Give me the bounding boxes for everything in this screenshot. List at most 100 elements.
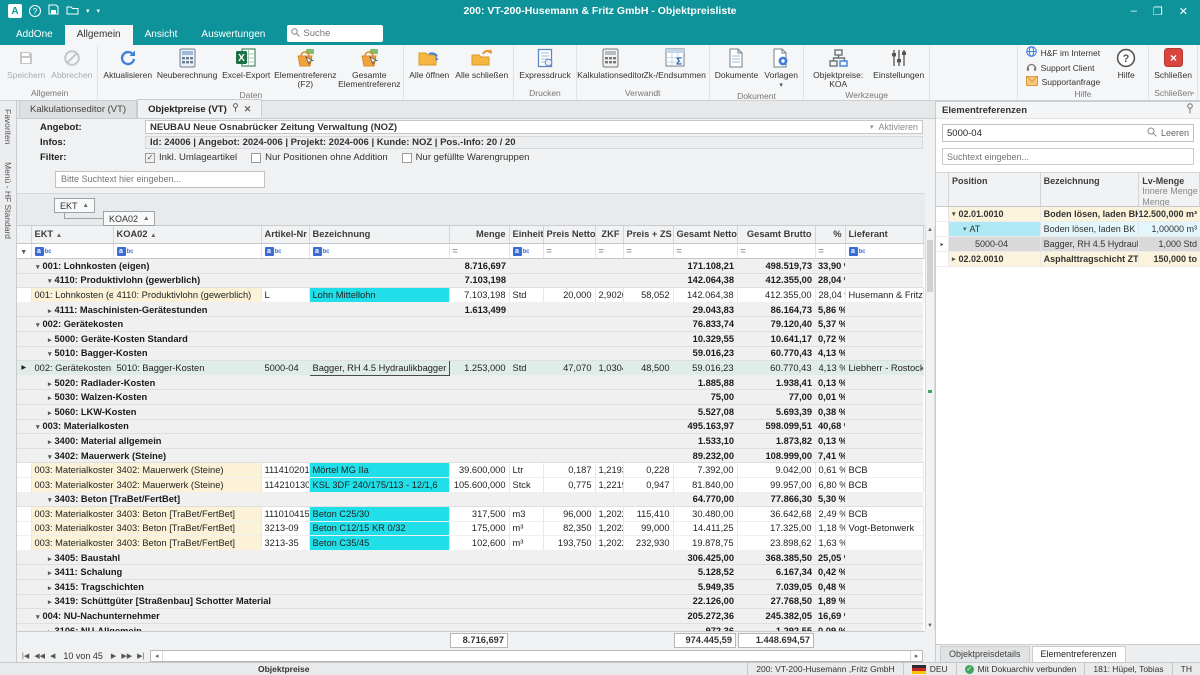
leeren-button[interactable]: Leeren — [1161, 128, 1189, 138]
save-icon[interactable] — [48, 4, 59, 18]
aktivieren-button[interactable]: Aktivieren — [878, 122, 918, 132]
table-row[interactable]: 003: Materialkosten 3403: Beton [TraBet/… — [17, 521, 923, 536]
vertical-scrollbar[interactable]: ▲ ▼ — [925, 226, 935, 630]
element-search-input[interactable] — [947, 128, 1143, 139]
col-position[interactable]: Position — [949, 173, 1041, 206]
expand-icon[interactable]: ▸ — [48, 308, 52, 315]
collapse-icon[interactable]: ▾ — [48, 497, 52, 504]
group-chip-ekt[interactable]: EKT▲ — [54, 198, 95, 213]
scroll-right-icon[interactable]: ▸ — [910, 651, 922, 661]
schließen-button[interactable]: ×Schließen — [1151, 46, 1195, 87]
expand-icon[interactable]: ▸ — [952, 255, 956, 263]
filter-checkbox-inkl-umlageartikel[interactable]: ✓Inkl. Umlageartikel — [145, 152, 237, 163]
panel-tab-elementreferenzen[interactable]: Elementreferenzen — [1032, 646, 1126, 662]
collapse-icon[interactable]: ▾ — [48, 351, 52, 358]
text-filter-icon[interactable]: abc — [117, 247, 134, 256]
group-row[interactable]: ▸5000: Geräte-Kosten Standard 10.329,551… — [17, 331, 923, 346]
expand-icon[interactable]: ▸ — [48, 629, 52, 631]
collapse-icon[interactable]: ▾ — [48, 278, 52, 285]
group-row[interactable]: ▾5010: Bagger-Kosten 59.016,2360.770,43 … — [17, 346, 923, 361]
group-row[interactable]: ▾4110: Produktivlohn (gewerblich) 7.103,… — [17, 273, 923, 288]
numeric-filter-icon[interactable]: = — [453, 246, 458, 256]
element-filter-input[interactable] — [943, 149, 1193, 164]
table-row[interactable]: ▸ 002: Gerätekosten 5010: Bagger-Kosten … — [17, 361, 923, 376]
support-client-link[interactable]: Support Client — [1026, 61, 1101, 74]
elementreferenz-f2-button[interactable]: Elementreferenz (F2) — [273, 46, 337, 89]
collapse-icon[interactable]: ▾ — [963, 225, 967, 233]
group-row[interactable]: ▸3419: Schüttgüter [Straßenbau] Schotter… — [17, 594, 923, 609]
status-user-initials[interactable]: TH — [1172, 663, 1200, 675]
numeric-filter-icon[interactable]: = — [599, 246, 604, 256]
minimize-button[interactable]: – — [1131, 5, 1137, 18]
element-row[interactable]: ▸02.02.0010 Asphalttragschicht ZTV ... 1… — [936, 252, 1200, 267]
next-page-icon[interactable]: ▶ — [110, 652, 117, 660]
app-logo-icon[interactable]: A — [8, 4, 22, 18]
expand-icon[interactable]: ▸ — [48, 395, 52, 402]
expand-icon[interactable]: ▸ — [48, 410, 52, 417]
ribbon-search-input[interactable] — [303, 28, 373, 39]
status-language[interactable]: DEU — [903, 663, 956, 675]
zk-endsummen-button[interactable]: ΣZk-/Endsummen — [643, 46, 707, 87]
kalkulationseditor-button[interactable]: Kalkulationseditor — [579, 46, 643, 87]
text-filter-icon[interactable]: abc — [513, 247, 530, 256]
collapse-icon[interactable]: ▾ — [36, 322, 40, 329]
collapse-icon[interactable]: ▾ — [36, 424, 40, 431]
aktualisieren-button[interactable]: Aktualisieren — [100, 46, 155, 89]
numeric-filter-icon[interactable]: = — [677, 246, 682, 256]
collapse-icon[interactable]: ▾ — [48, 454, 52, 461]
doc-tab-kalkulationseditor-vt[interactable]: Kalkulationseditor (VT) — [19, 100, 137, 118]
alle-öffnen-button[interactable]: Alle öffnen — [406, 46, 452, 87]
fast-prev-icon[interactable]: ◀◀ — [33, 652, 46, 660]
element-row[interactable]: ▸ 5000-04 Bagger, RH 4.5 Hydraulikba... … — [936, 237, 1200, 252]
expand-icon[interactable]: ▸ — [48, 585, 52, 592]
numeric-filter-icon[interactable]: = — [819, 246, 824, 256]
text-filter-icon[interactable]: abc — [35, 247, 52, 256]
abbrechen-button[interactable]: Abbrechen — [48, 46, 95, 87]
first-page-icon[interactable]: |◀ — [21, 652, 30, 660]
expand-icon[interactable]: ▸ — [48, 337, 52, 344]
filter-checkbox-nur-positionen-ohne-addition[interactable]: Nur Positionen ohne Addition — [251, 152, 388, 163]
close-tab-icon[interactable]: ✕ — [244, 104, 252, 115]
element-row[interactable]: ▾02.01.0010 Boden lösen, laden BK 3... 1… — [936, 207, 1200, 222]
group-row[interactable]: ▾002: Gerätekosten 76.833,7479.120,40 5,… — [17, 317, 923, 332]
expand-icon[interactable]: ▸ — [48, 439, 52, 446]
last-page-icon[interactable]: ▶| — [136, 652, 145, 660]
expand-icon[interactable]: ▸ — [48, 599, 52, 606]
horizontal-scrollbar[interactable]: ◂ ▸ — [150, 650, 923, 662]
open-folder-icon[interactable] — [66, 5, 79, 18]
group-row[interactable]: ▸5020: Radlader-Kosten 1.885,881.938,41 … — [17, 375, 923, 390]
element-search-box[interactable]: Leeren — [942, 124, 1194, 142]
col-bezeichnung[interactable]: Bezeichnung — [1041, 173, 1140, 206]
collapse-icon[interactable]: ▾ — [952, 210, 956, 218]
group-row[interactable]: ▸3405: Baustahl 306.425,00368.385,50 25,… — [17, 550, 923, 565]
maximize-button[interactable]: ❐ — [1153, 5, 1163, 18]
scroll-left-icon[interactable]: ◂ — [151, 651, 163, 661]
collapse-ribbon-icon[interactable]: ⌃ — [1189, 91, 1196, 100]
pin-icon[interactable] — [232, 103, 239, 115]
excel-export-button[interactable]: XExcel-Export — [219, 46, 273, 89]
dokumente-button[interactable]: Dokumente — [712, 46, 761, 90]
group-row[interactable]: ▸3415: Tragschichten 5.949,357.039,05 0,… — [17, 580, 923, 595]
close-window-button[interactable]: ✕ — [1179, 5, 1188, 18]
collapse-icon[interactable]: ▾ — [36, 614, 40, 621]
prev-page-icon[interactable]: ◀ — [49, 652, 56, 660]
h-f-im-internet-link[interactable]: H&F im Internet — [1026, 46, 1101, 59]
table-row[interactable]: 003: Materialkosten 3402: Mauerwerk (Ste… — [17, 463, 923, 478]
table-row[interactable]: 003: Materialkosten 3403: Beton [TraBet/… — [17, 507, 923, 522]
table-row[interactable]: 003: Materialkosten 3403: Beton [TraBet/… — [17, 536, 923, 551]
table-row[interactable]: 001: Lohnkosten (ei... 4110: Produktivlo… — [17, 288, 923, 303]
status-company[interactable]: 200: VT-200-Husemann ,Fritz GmbH — [747, 663, 902, 675]
gesamte-elementreferenz-button[interactable]: Gesamte Elementreferenz — [337, 46, 401, 89]
supportanfrage-link[interactable]: Supportanfrage — [1026, 76, 1101, 88]
group-row[interactable]: ▸4111: Maschinisten-Gerätestunden 1.613,… — [17, 302, 923, 317]
text-filter-icon[interactable]: abc — [313, 247, 330, 256]
customize-toolbar-icon[interactable]: ▾ — [97, 8, 101, 15]
expand-icon[interactable]: ▸ — [48, 381, 52, 388]
group-row[interactable]: ▸3106: NU-Allgemein 972,361.292,55 0,09 … — [17, 623, 923, 630]
chevron-down-icon[interactable]: ▾ — [870, 123, 874, 131]
neuberechnung-button[interactable]: Neuberechnung — [155, 46, 219, 89]
angebot-field[interactable]: NEUBAU Neue Osnabrücker Zeitung Verwaltu… — [145, 120, 923, 134]
objektpreise-koa-button[interactable]: Objektpreise: KOA — [806, 46, 870, 89]
group-row[interactable]: ▾3402: Mauerwerk (Steine) 89.232,00108.9… — [17, 448, 923, 463]
status-user[interactable]: 181: Hüpel, Tobias — [1084, 663, 1171, 675]
